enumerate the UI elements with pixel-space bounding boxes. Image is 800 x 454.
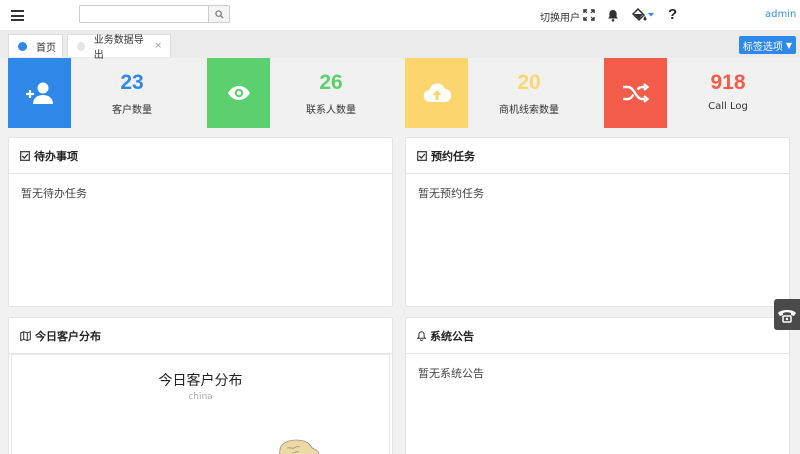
tag-options-label: 标签选项	[742, 41, 783, 53]
tab-status-dot	[18, 41, 27, 51]
announcement-panel-header: 系统公告	[406, 318, 789, 354]
search-icon	[214, 9, 224, 19]
call-log-label: Call Log	[708, 101, 748, 112]
checkbox-icon	[417, 150, 427, 161]
lead-count-icon-box[interactable]	[405, 58, 468, 128]
search-input[interactable]	[80, 6, 209, 22]
menu-toggle-icon[interactable]	[11, 10, 24, 21]
map-icon	[20, 330, 31, 341]
tab-status-dot	[77, 41, 85, 51]
todo-empty-text: 暂无待办任务	[21, 187, 87, 200]
eye-icon	[227, 86, 250, 100]
search-box	[79, 5, 230, 23]
add-user-icon	[25, 82, 53, 104]
bell-icon[interactable]	[606, 8, 619, 22]
tabs-bar: 首页 业务数据导出 × 标签选项 ▼	[0, 31, 800, 61]
fullscreen-icon[interactable]	[582, 8, 595, 21]
switch-user-link[interactable]: 切换用户	[540, 9, 580, 24]
appointment-panel-title: 预约任务	[431, 149, 475, 163]
customer-distribution-map[interactable]: 今日客户分布 china	[11, 354, 390, 454]
help-icon[interactable]: ?	[668, 6, 677, 23]
tab-close-icon[interactable]: ×	[154, 41, 162, 51]
tab-business-export[interactable]: 业务数据导出 ×	[67, 34, 171, 61]
customer-distribution-title: 今日客户分布	[35, 329, 101, 343]
phone-icon	[778, 309, 796, 323]
announcement-panel-title: 系统公告	[430, 329, 474, 343]
todo-panel: 待办事项 暂无待办任务	[8, 137, 393, 307]
customer-count-value: 23	[120, 71, 144, 94]
lead-count-label: 商机线索数量	[499, 105, 559, 116]
search-button[interactable]	[208, 6, 229, 22]
map-chart-title: 今日客户分布	[158, 373, 243, 389]
customer-distribution-panel: 今日客户分布 今日客户分布 china	[8, 317, 393, 454]
tag-options-button[interactable]: 标签选项 ▼	[739, 36, 796, 54]
customer-count-icon-box[interactable]	[8, 58, 71, 128]
theme-paint-icon[interactable]	[631, 8, 655, 22]
lead-count-value: 20	[517, 71, 541, 94]
map-chart-subtitle: china	[188, 392, 213, 402]
cloud-upload-icon	[423, 83, 451, 103]
bell-outline-icon	[417, 330, 426, 341]
tab-label: 业务数据导出	[93, 35, 144, 61]
announcement-panel: 系统公告 暂无系统公告	[405, 317, 790, 454]
contact-count-label: 联系人数量	[306, 105, 356, 116]
caret-down-icon: ▼	[785, 40, 793, 50]
customer-count-label: 客户数量	[112, 105, 152, 116]
appointment-panel: 预约任务 暂无预约任务	[405, 137, 790, 307]
tab-label: 首页	[36, 42, 56, 54]
contact-count-value: 26	[319, 71, 343, 94]
customer-distribution-header: 今日客户分布	[9, 318, 392, 354]
checkbox-icon	[20, 150, 30, 161]
appointment-empty-text: 暂无预约任务	[418, 187, 484, 200]
top-bar: 切换用户 ? admin	[0, 0, 800, 31]
phone-call-button[interactable]	[774, 299, 800, 330]
tab-home[interactable]: 首页	[8, 34, 63, 57]
call-log-value: 918	[710, 71, 746, 94]
contact-count-icon-box[interactable]	[207, 58, 270, 128]
announcement-empty-text: 暂无系统公告	[418, 367, 484, 380]
shuffle-icon	[622, 83, 649, 103]
appointment-panel-header: 预约任务	[406, 138, 789, 174]
china-map-shape[interactable]	[278, 439, 320, 454]
todo-panel-title: 待办事项	[34, 149, 78, 163]
user-menu[interactable]: admin	[765, 9, 796, 20]
call-log-icon-box[interactable]	[604, 58, 667, 128]
todo-panel-header: 待办事项	[9, 138, 392, 174]
